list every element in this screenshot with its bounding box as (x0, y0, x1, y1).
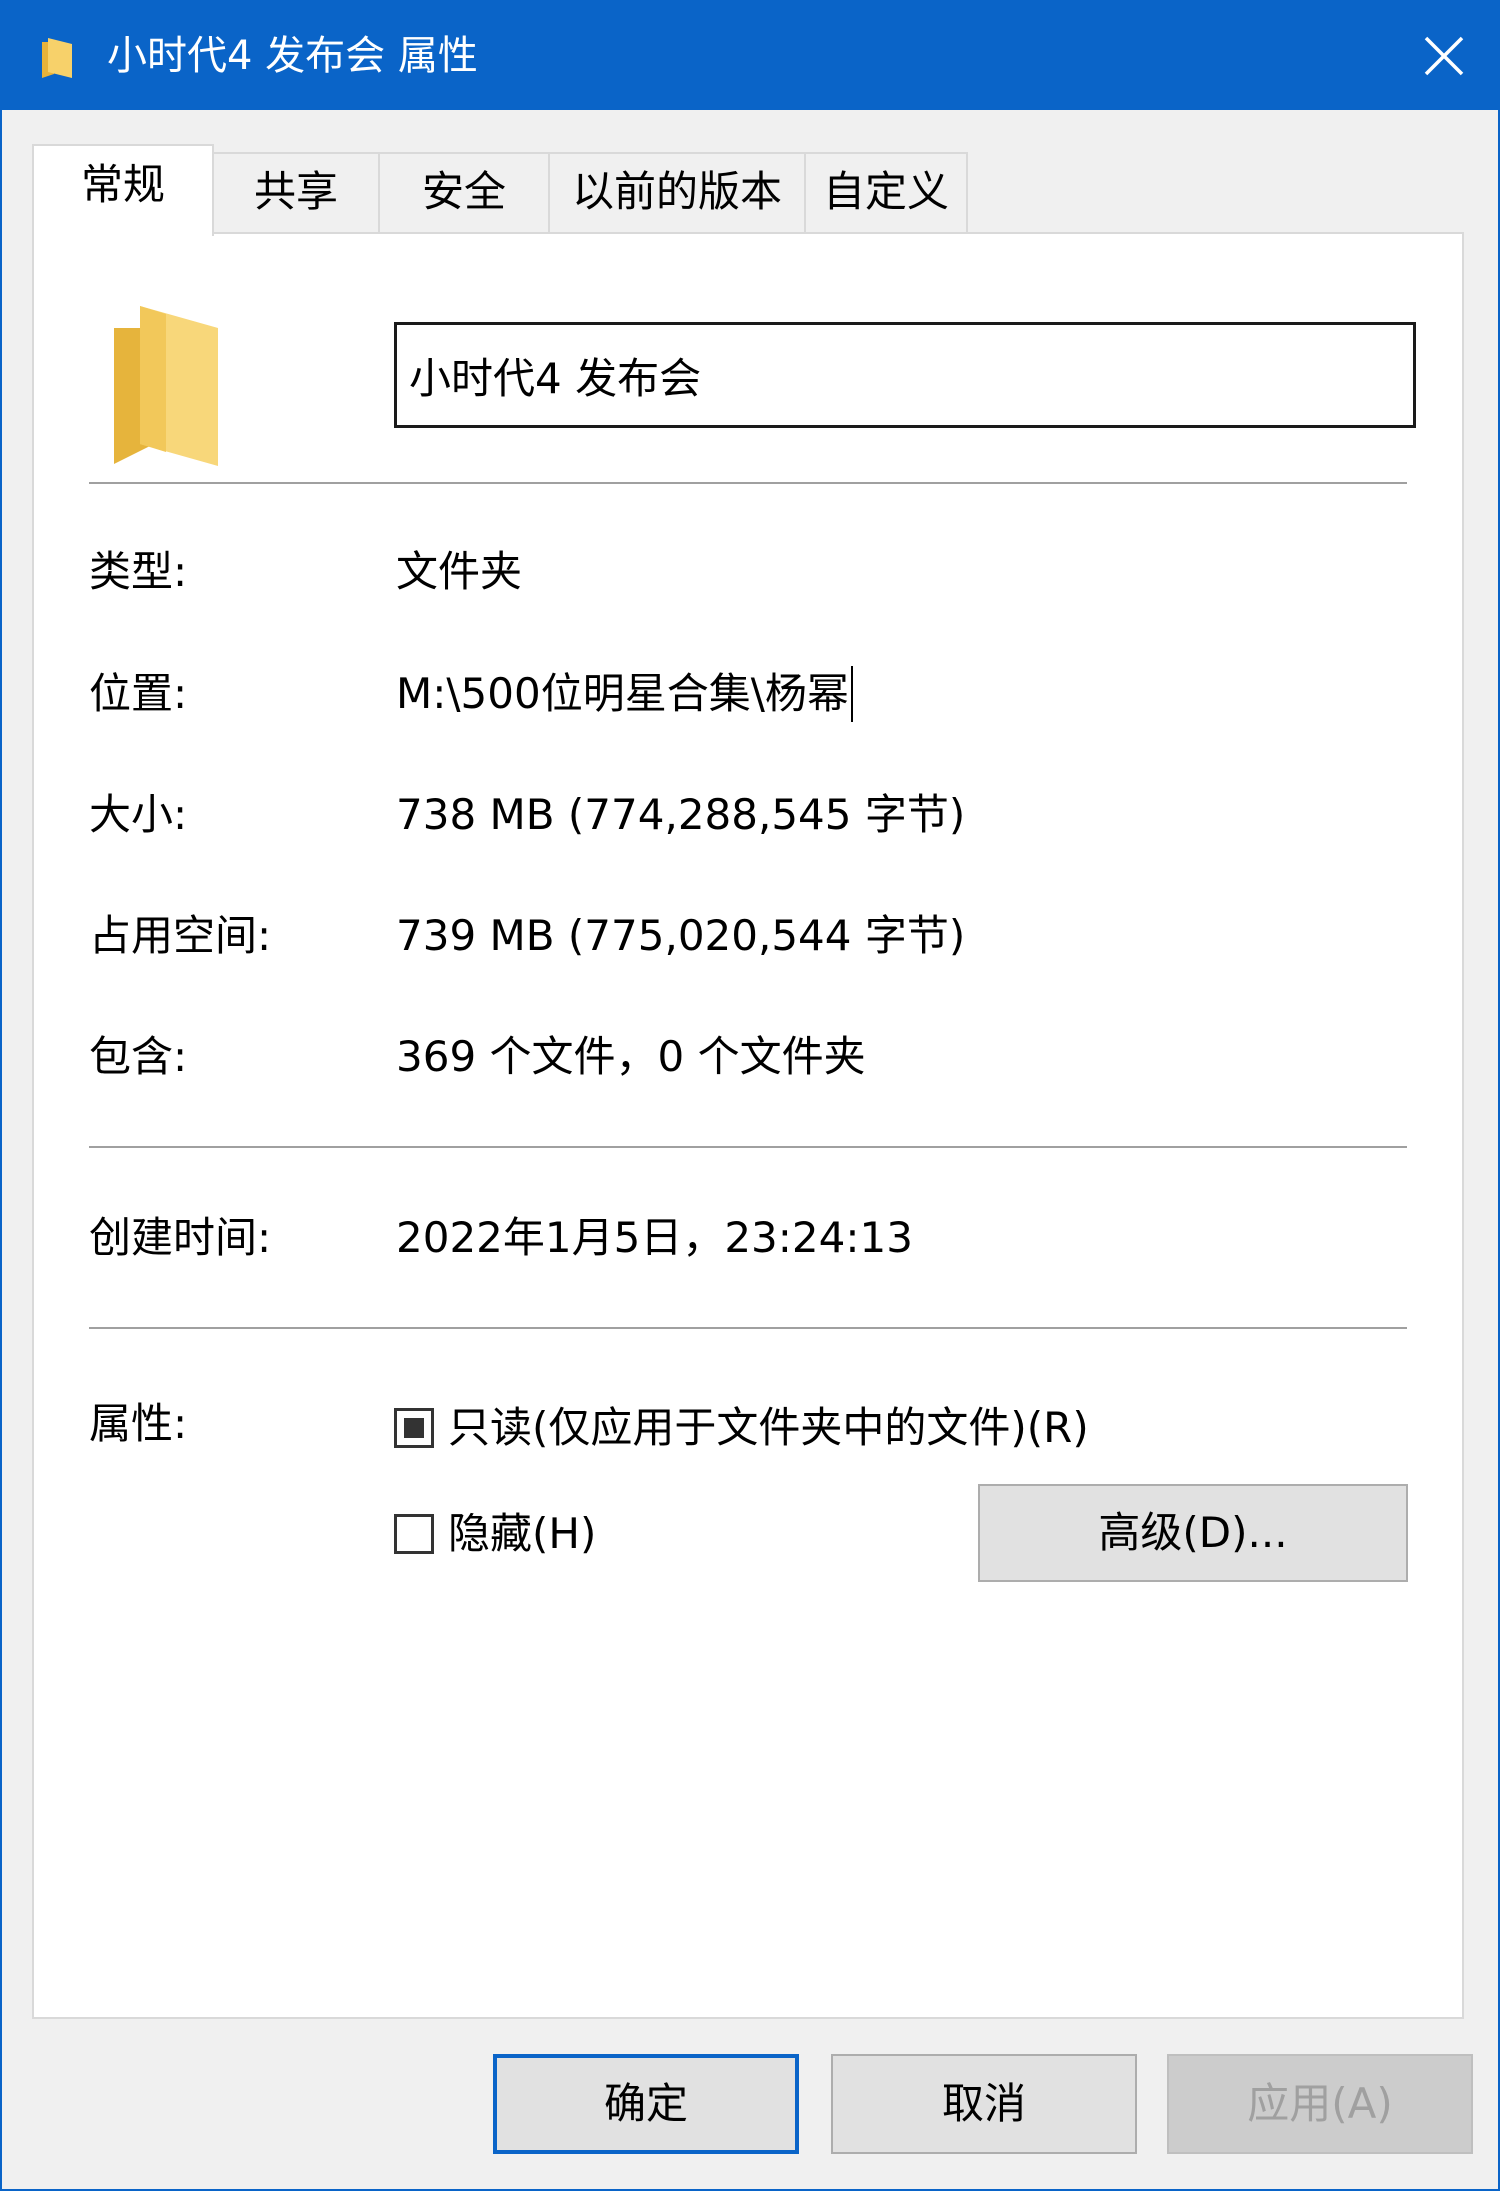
text-caret (850, 666, 853, 722)
hidden-checkbox-row[interactable]: 隐藏(H) (394, 1506, 596, 1562)
divider (89, 1146, 1407, 1148)
location-text: M:\500位明星合集\杨幂 (396, 669, 849, 718)
ok-button[interactable]: 确定 (493, 2054, 799, 2154)
contains-label: 包含: (89, 1032, 188, 1081)
created-label: 创建时间: (89, 1213, 272, 1262)
location-label: 位置: (89, 669, 188, 718)
advanced-button[interactable]: 高级(D)... (978, 1484, 1408, 1582)
general-panel: 类型: 文件夹 位置: M:\500位明星合集\杨幂 大小: 738 MB (7… (32, 232, 1464, 2019)
disk-size-value: 739 MB (775,020,544 字节) (396, 911, 966, 960)
readonly-label: 只读(仅应用于文件夹中的文件)(R) (448, 1403, 1089, 1452)
size-label: 大小: (89, 790, 188, 839)
hidden-label: 隐藏(H) (448, 1509, 597, 1558)
tab-sharing[interactable]: 共享 (212, 152, 380, 232)
attributes-label: 属性: (89, 1399, 188, 1448)
tab-previous-versions[interactable]: 以前的版本 (548, 152, 806, 232)
contains-value: 369 个文件，0 个文件夹 (396, 1032, 866, 1081)
tab-customize[interactable]: 自定义 (804, 152, 968, 232)
created-value: 2022年1月5日，23:24:13 (396, 1213, 913, 1262)
type-label: 类型: (89, 547, 188, 596)
divider (89, 482, 1407, 484)
apply-button[interactable]: 应用(A) (1167, 2054, 1473, 2154)
close-button[interactable] (1390, 2, 1498, 110)
folder-icon (42, 38, 72, 78)
readonly-checkbox[interactable] (394, 1408, 434, 1448)
close-icon (1424, 36, 1464, 76)
window-title: 小时代4 发布会 属性 (107, 33, 478, 79)
readonly-checkbox-row[interactable]: 只读(仅应用于文件夹中的文件)(R) (394, 1400, 1089, 1456)
divider (89, 1327, 1407, 1329)
cancel-button[interactable]: 取消 (831, 2054, 1137, 2154)
type-value: 文件夹 (396, 547, 523, 596)
tab-security[interactable]: 安全 (378, 152, 550, 232)
folder-large-icon (114, 306, 218, 466)
title-bar[interactable]: 小时代4 发布会 属性 (2, 2, 1498, 110)
tab-general[interactable]: 常规 (32, 144, 214, 236)
properties-window: 小时代4 发布会 属性 常规 共享 安全 以前的版本 自定义 类型: 文件夹 位… (0, 0, 1500, 2191)
hidden-checkbox[interactable] (394, 1514, 434, 1554)
location-value[interactable]: M:\500位明星合集\杨幂 (396, 666, 853, 722)
size-value: 738 MB (774,288,545 字节) (396, 790, 966, 839)
folder-name-input[interactable] (394, 322, 1416, 428)
disk-size-label: 占用空间: (89, 911, 272, 960)
